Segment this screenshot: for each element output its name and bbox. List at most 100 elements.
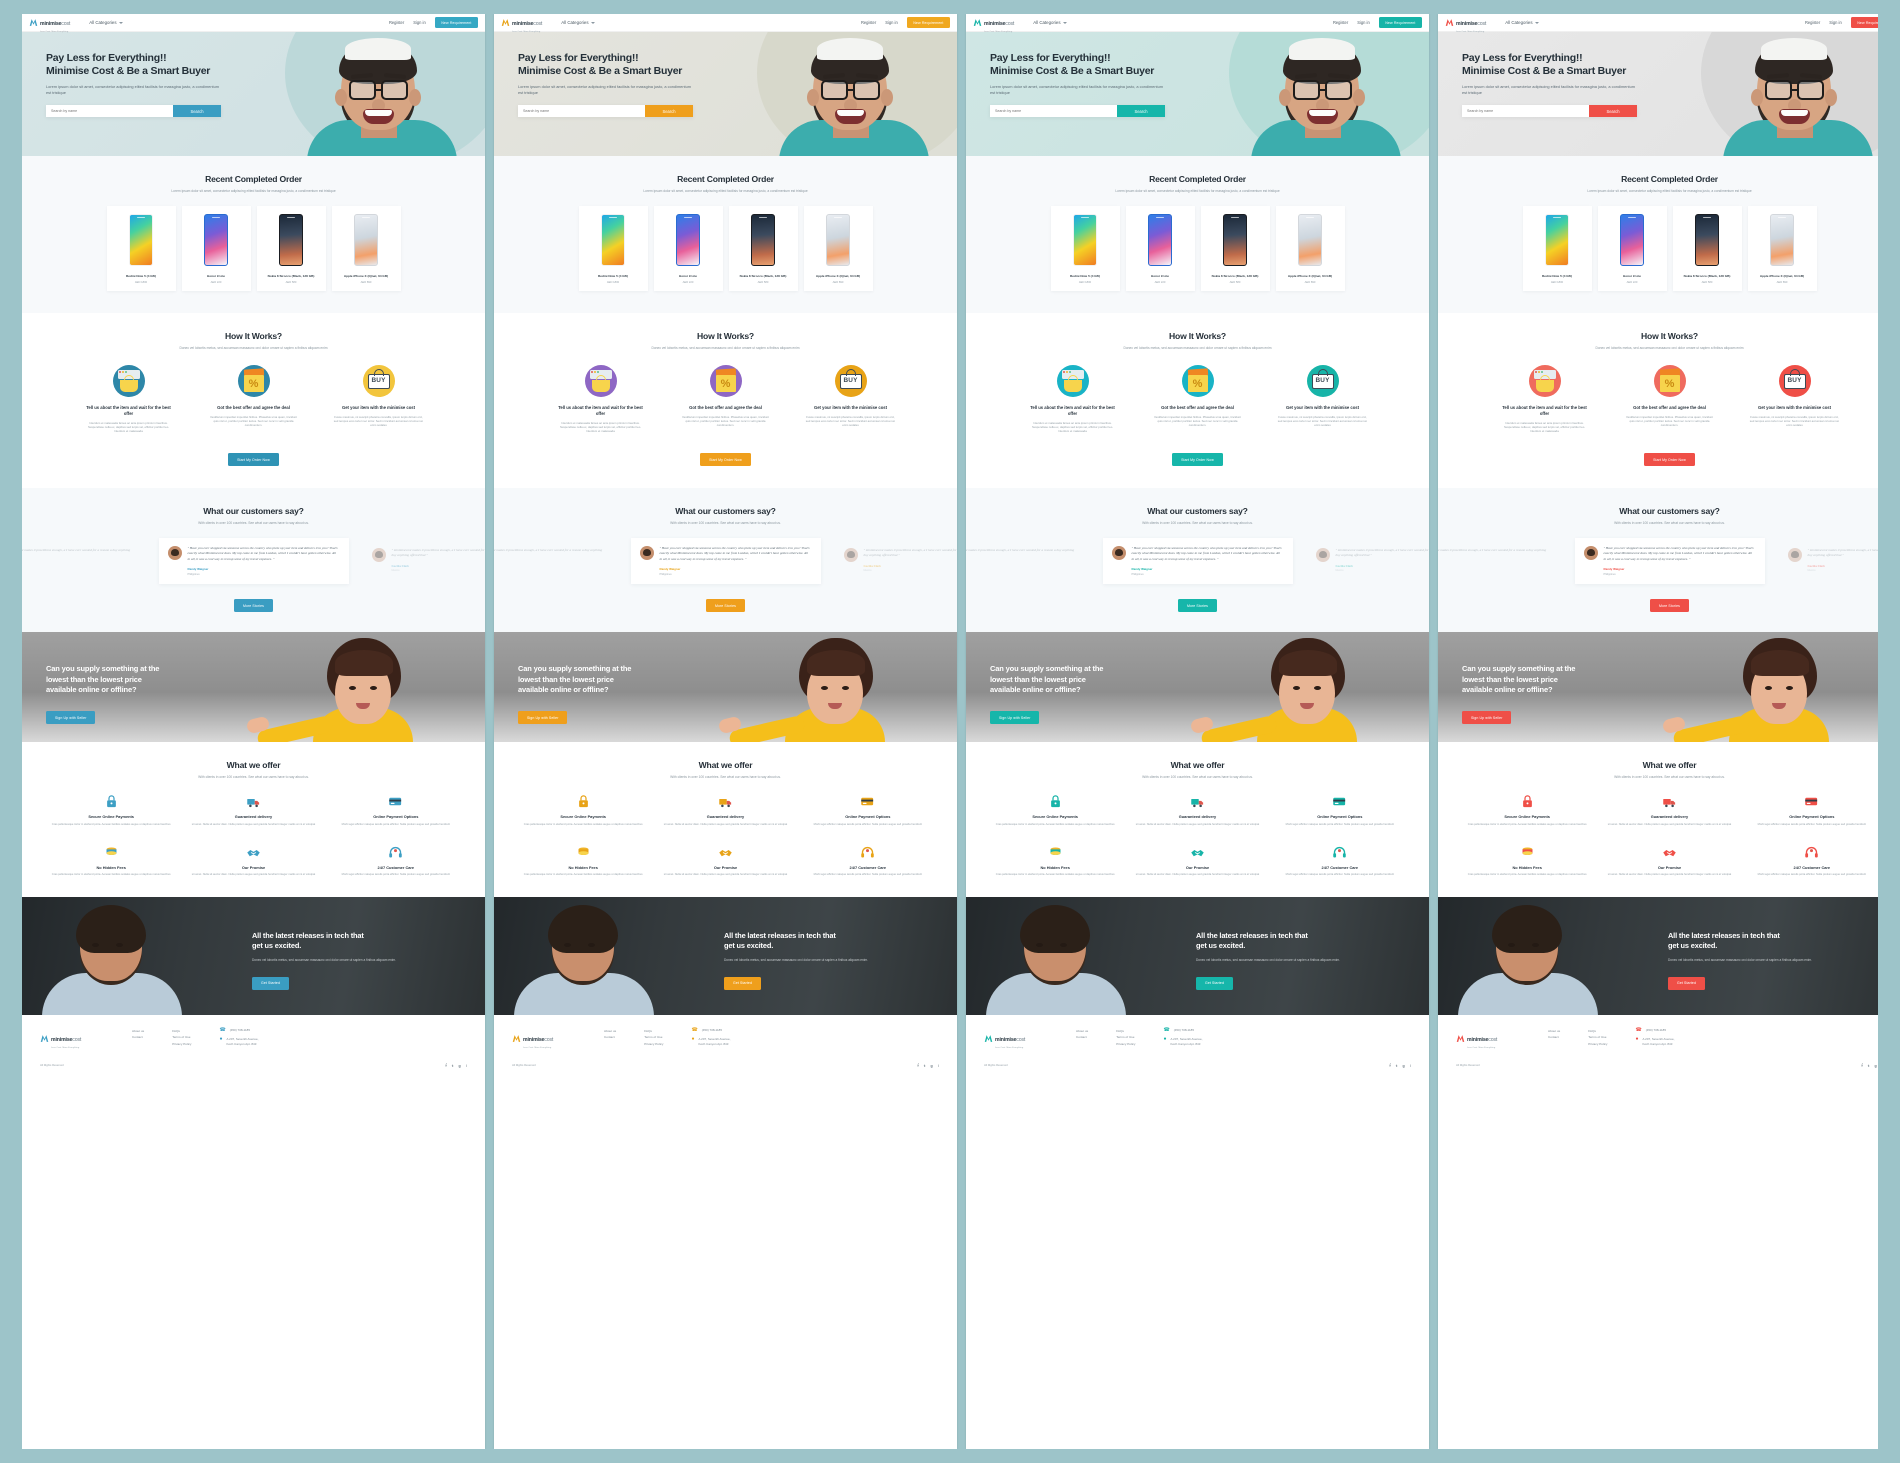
testimonial-card-active[interactable]: " Have you ever shopped via someone acro… (1574, 538, 1765, 584)
more-stories-button[interactable]: More Stories (1177, 599, 1218, 613)
footer-phone[interactable]: (450) 708-1185 (1646, 1028, 1666, 1033)
google-plus-icon[interactable]: 𝗀 (1402, 1063, 1405, 1068)
footer-link[interactable]: Contact (604, 1034, 616, 1040)
signin-link[interactable]: Sign in (885, 20, 898, 25)
testimonial-card-prev[interactable]: " minimisecost makes it practitions enou… (22, 538, 145, 567)
get-started-button[interactable]: Get Started (1668, 976, 1705, 990)
product-card[interactable]: Nokia 8 Sirocco (Black, 128 GB) AED 580 (256, 205, 326, 292)
twitter-icon[interactable]: 𝗍 (1868, 1063, 1870, 1068)
start-order-button[interactable]: Start My Order Now (1172, 453, 1223, 467)
testimonial-card-prev[interactable]: " minimisecost makes it practitions enou… (494, 538, 617, 567)
google-plus-icon[interactable]: 𝗀 (458, 1063, 461, 1068)
get-started-button[interactable]: Get Started (724, 976, 761, 990)
footer-link[interactable]: Privacy Policy (1588, 1041, 1607, 1047)
signup-seller-button[interactable]: Sign Up with Seller (518, 711, 568, 725)
start-order-button[interactable]: Start My Order Now (1644, 453, 1695, 467)
register-link[interactable]: Register (1805, 20, 1820, 25)
brand-logo[interactable]: minimisecost Less Cost. More Everything. (1445, 14, 1486, 33)
footer-link[interactable]: Terms of Use (1116, 1034, 1135, 1040)
register-link[interactable]: Register (389, 20, 404, 25)
linkedin-icon[interactable]: 𝗂 (466, 1063, 467, 1068)
testimonial-card-active[interactable]: " Have you ever shopped via someone acro… (630, 538, 821, 584)
brand-logo[interactable]: minimisecost Less Cost. More Everything. (29, 14, 70, 33)
twitter-icon[interactable]: 𝗍 (452, 1063, 454, 1068)
footer-link[interactable]: Privacy Policy (1116, 1041, 1135, 1047)
more-stories-button[interactable]: More Stories (1649, 599, 1690, 613)
product-card[interactable]: Redmi Note 5 (4 GB) AED 1800 (1050, 205, 1120, 292)
search-button[interactable]: Search (1589, 105, 1637, 118)
new-requirement-button[interactable]: New Requirement (1850, 17, 1878, 28)
start-order-button[interactable]: Start My Order Now (700, 453, 751, 467)
search-button[interactable]: Search (1117, 105, 1165, 118)
linkedin-icon[interactable]: 𝗂 (1410, 1063, 1411, 1068)
testimonial-card-next[interactable]: " minimisecost makes it practitions enou… (835, 538, 957, 580)
brand-logo[interactable]: minimisecost Less Cost. More Everything. (501, 14, 542, 33)
product-card[interactable]: Apple iPhone X (iQnet, 64 GB) AED 890 (331, 205, 401, 292)
brand-logo[interactable]: minimisecost Less Cost. More Everything. (973, 14, 1014, 33)
footer-logo[interactable]: minimisecost Less Cost. More Everything. (984, 1028, 1048, 1049)
nav-all-categories[interactable]: All Categories (1505, 20, 1539, 25)
facebook-icon[interactable]: 𝖿 (1861, 1063, 1862, 1068)
more-stories-button[interactable]: More Stories (233, 599, 274, 613)
new-requirement-button[interactable]: New Requirement (434, 17, 478, 28)
product-card[interactable]: Redmi Note 5 (4 GB) AED 1800 (1522, 205, 1592, 292)
product-card[interactable]: Nokia 8 Sirocco (Black, 128 GB) AED 580 (1200, 205, 1270, 292)
signup-seller-button[interactable]: Sign Up with Seller (990, 711, 1040, 725)
footer-phone[interactable]: (450) 708-1185 (1174, 1028, 1194, 1033)
search-button[interactable]: Search (645, 105, 693, 118)
testimonial-card-next[interactable]: " minimisecost makes it practitions enou… (1307, 538, 1429, 580)
facebook-icon[interactable]: 𝖿 (1389, 1063, 1390, 1068)
product-card[interactable]: Redmi Note 5 (4 GB) AED 1800 (106, 205, 176, 292)
product-card[interactable]: Honor 9 Lite AED 220 (181, 205, 251, 292)
testimonial-card-prev[interactable]: " minimisecost makes it practitions enou… (966, 538, 1089, 567)
register-link[interactable]: Register (861, 20, 876, 25)
get-started-button[interactable]: Get Started (1196, 976, 1233, 990)
linkedin-icon[interactable]: 𝗂 (938, 1063, 939, 1068)
product-card[interactable]: Apple iPhone X (iQnet, 64 GB) AED 890 (1275, 205, 1345, 292)
footer-link[interactable]: Contact (132, 1034, 144, 1040)
footer-link[interactable]: Privacy Policy (644, 1041, 663, 1047)
product-card[interactable]: Apple iPhone X (iQnet, 64 GB) AED 890 (1747, 205, 1817, 292)
footer-logo[interactable]: minimisecost Less Cost. More Everything. (512, 1028, 576, 1049)
footer-phone[interactable]: (450) 708-1185 (230, 1028, 250, 1033)
testimonial-card-active[interactable]: " Have you ever shopped via someone acro… (1102, 538, 1293, 584)
product-card[interactable]: Redmi Note 5 (4 GB) AED 1800 (578, 205, 648, 292)
signup-seller-button[interactable]: Sign Up with Seller (46, 711, 96, 725)
testimonial-card-prev[interactable]: " minimisecost makes it practitions enou… (1438, 538, 1561, 567)
product-card[interactable]: Nokia 8 Sirocco (Black, 128 GB) AED 580 (728, 205, 798, 292)
search-input[interactable] (518, 105, 645, 118)
new-requirement-button[interactable]: New Requirement (1378, 17, 1422, 28)
nav-all-categories[interactable]: All Categories (1033, 20, 1067, 25)
register-link[interactable]: Register (1333, 20, 1348, 25)
testimonial-card-next[interactable]: " minimisecost makes it practitions enou… (1779, 538, 1878, 580)
google-plus-icon[interactable]: 𝗀 (930, 1063, 933, 1068)
product-card[interactable]: Honor 9 Lite AED 220 (1597, 205, 1667, 292)
new-requirement-button[interactable]: New Requirement (906, 17, 950, 28)
footer-link[interactable]: Privacy Policy (172, 1041, 191, 1047)
footer-logo[interactable]: minimisecost Less Cost. More Everything. (40, 1028, 104, 1049)
more-stories-button[interactable]: More Stories (705, 599, 746, 613)
footer-link[interactable]: Contact (1548, 1034, 1560, 1040)
google-plus-icon[interactable]: 𝗀 (1874, 1063, 1877, 1068)
testimonial-card-next[interactable]: " minimisecost makes it practitions enou… (363, 538, 485, 580)
signin-link[interactable]: Sign in (1829, 20, 1842, 25)
nav-all-categories[interactable]: All Categories (561, 20, 595, 25)
footer-logo[interactable]: minimisecost Less Cost. More Everything. (1456, 1028, 1520, 1049)
footer-link[interactable]: Terms of Use (1588, 1034, 1607, 1040)
facebook-icon[interactable]: 𝖿 (917, 1063, 918, 1068)
facebook-icon[interactable]: 𝖿 (445, 1063, 446, 1068)
nav-all-categories[interactable]: All Categories (89, 20, 123, 25)
product-card[interactable]: Apple iPhone X (iQnet, 64 GB) AED 890 (803, 205, 873, 292)
signup-seller-button[interactable]: Sign Up with Seller (1462, 711, 1512, 725)
footer-link[interactable]: Terms of Use (644, 1034, 663, 1040)
footer-link[interactable]: Contact (1076, 1034, 1088, 1040)
product-card[interactable]: Nokia 8 Sirocco (Black, 128 GB) AED 580 (1672, 205, 1742, 292)
testimonial-card-active[interactable]: " Have you ever shopped via someone acro… (158, 538, 349, 584)
signin-link[interactable]: Sign in (1357, 20, 1370, 25)
product-card[interactable]: Honor 9 Lite AED 220 (1125, 205, 1195, 292)
twitter-icon[interactable]: 𝗍 (924, 1063, 926, 1068)
get-started-button[interactable]: Get Started (252, 976, 289, 990)
search-input[interactable] (46, 105, 173, 118)
twitter-icon[interactable]: 𝗍 (1396, 1063, 1398, 1068)
search-input[interactable] (990, 105, 1117, 118)
